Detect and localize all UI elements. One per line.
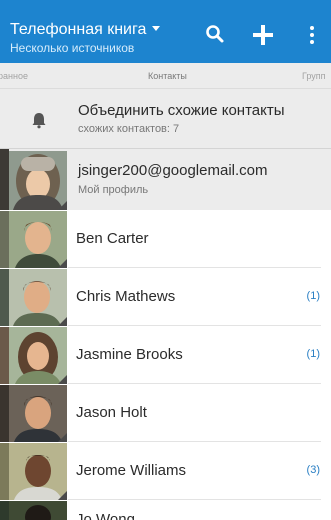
more-vert-icon bbox=[310, 26, 314, 44]
divider bbox=[68, 267, 321, 268]
avatar bbox=[9, 501, 67, 520]
photo-edge bbox=[0, 501, 9, 520]
photo-edge bbox=[0, 443, 9, 500]
phonebook-title-dropdown[interactable]: Телефонная книга bbox=[10, 21, 161, 39]
photo-edge bbox=[0, 327, 9, 384]
contact-row[interactable]: Jo Wong bbox=[0, 501, 331, 520]
photo-edge bbox=[0, 269, 9, 326]
profile-corner bbox=[58, 201, 67, 210]
contact-row[interactable]: Jasmine Brooks (1) bbox=[0, 327, 331, 384]
page-title: Телефонная книга bbox=[10, 21, 147, 38]
add-icon bbox=[253, 25, 273, 45]
search-icon bbox=[206, 25, 224, 43]
merge-contacts-row[interactable]: Объединить схожие контакты схожих контак… bbox=[0, 89, 331, 149]
tab-contacts[interactable]: Контакты bbox=[148, 71, 187, 81]
search-button[interactable] bbox=[203, 23, 227, 47]
my-profile-row[interactable]: jsinger200@googlemail.com Мой профиль bbox=[0, 149, 331, 210]
contact-row[interactable]: Chris Mathews (1) bbox=[0, 269, 331, 326]
tab-groups[interactable]: Групп bbox=[302, 71, 326, 81]
avatar bbox=[9, 385, 67, 442]
photo-edge bbox=[0, 211, 9, 268]
merge-subtitle: схожих контактов: 7 bbox=[78, 123, 180, 135]
profile-label: Мой профиль bbox=[78, 184, 149, 196]
contact-row[interactable]: Jerome Williams (3) bbox=[0, 443, 331, 500]
contact-name: Ben Carter bbox=[76, 230, 149, 247]
photo-edge bbox=[0, 385, 9, 442]
contact-count: (1) bbox=[306, 348, 320, 360]
avatar bbox=[9, 327, 67, 384]
avatar bbox=[9, 211, 67, 268]
divider bbox=[68, 441, 321, 442]
divider bbox=[68, 499, 321, 500]
contact-count: (3) bbox=[306, 464, 320, 476]
add-contact-button[interactable] bbox=[251, 23, 275, 47]
contact-row[interactable]: Ben Carter bbox=[0, 211, 331, 268]
contact-name: Jo Wong bbox=[76, 511, 135, 520]
contact-count: (1) bbox=[306, 290, 320, 302]
avatar bbox=[9, 151, 67, 210]
divider bbox=[68, 383, 321, 384]
dropdown-caret-icon bbox=[152, 26, 161, 31]
merge-title: Объединить схожие контакты bbox=[78, 102, 285, 119]
photo-edge bbox=[0, 149, 9, 210]
contact-name: Jasmine Brooks bbox=[76, 346, 183, 363]
app-bar: Телефонная книга Несколько источников bbox=[0, 0, 331, 63]
divider bbox=[68, 325, 321, 326]
contact-name: Jerome Williams bbox=[76, 462, 187, 479]
profile-email: jsinger200@googlemail.com bbox=[78, 162, 268, 179]
contact-name: Jason Holt bbox=[76, 404, 147, 421]
avatar bbox=[9, 443, 67, 500]
tab-favorites[interactable]: ранное bbox=[0, 71, 28, 81]
tab-bar: ранное Контакты Групп bbox=[0, 63, 331, 89]
contact-name: Chris Mathews bbox=[76, 288, 176, 305]
source-subtitle: Несколько источников bbox=[10, 41, 135, 55]
bell-icon bbox=[32, 113, 46, 129]
avatar bbox=[9, 269, 67, 326]
overflow-menu-button[interactable] bbox=[300, 23, 324, 47]
contact-row[interactable]: Jason Holt bbox=[0, 385, 331, 442]
